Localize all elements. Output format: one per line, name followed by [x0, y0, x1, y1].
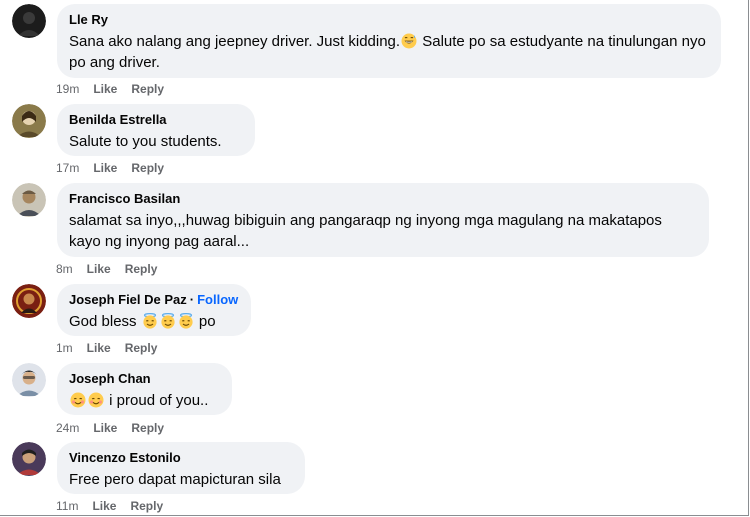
- separator-dot: ·: [189, 292, 195, 307]
- comment-bubble: Francisco Basilan salamat sa inyo,,,huwa…: [57, 183, 709, 257]
- comment-actions: 11m Like Reply: [56, 498, 177, 514]
- reply-button[interactable]: Reply: [125, 262, 158, 276]
- comment-actions: 17m Like Reply: [56, 160, 178, 176]
- comment-text: Sana ako nalang ang jeepney driver. Just…: [69, 33, 706, 71]
- reply-button[interactable]: Reply: [125, 341, 158, 355]
- avatar[interactable]: [12, 284, 46, 318]
- comment-text: i proud of you..: [69, 390, 220, 411]
- comment-timestamp[interactable]: 1m: [56, 341, 73, 355]
- avatar[interactable]: [12, 104, 46, 138]
- comment-timestamp[interactable]: 8m: [56, 262, 73, 276]
- comment-author[interactable]: Vincenzo Estonilo: [69, 450, 181, 465]
- comment-author[interactable]: Joseph Chan: [69, 371, 151, 386]
- comment-text: God bless po: [69, 313, 216, 330]
- comment-timestamp[interactable]: 24m: [56, 421, 79, 435]
- avatar[interactable]: [12, 183, 46, 217]
- reply-button[interactable]: Reply: [131, 421, 164, 435]
- comment-text: Salute to you students.: [69, 133, 222, 150]
- avatar[interactable]: [12, 363, 46, 397]
- like-button[interactable]: Like: [92, 499, 116, 513]
- comment-author[interactable]: Francisco Basilan: [69, 191, 180, 206]
- reply-button[interactable]: Reply: [131, 161, 164, 175]
- comment-timestamp[interactable]: 19m: [56, 82, 79, 96]
- avatar[interactable]: [12, 4, 46, 38]
- reply-button[interactable]: Reply: [131, 82, 164, 96]
- comment-actions: 24m Like Reply: [56, 420, 178, 436]
- avatar[interactable]: [12, 442, 46, 476]
- reply-button[interactable]: Reply: [130, 499, 163, 513]
- comment-bubble: Benilda Estrella Salute to you students.: [57, 104, 255, 156]
- smiling-halo-emoji-icon: [178, 313, 194, 329]
- grinning-sweat-emoji-icon: [401, 33, 417, 49]
- comment-author[interactable]: Benilda Estrella: [69, 112, 167, 127]
- comment-bubble: Lle Ry Sana ako nalang ang jeepney drive…: [57, 4, 721, 78]
- comment-timestamp[interactable]: 11m: [56, 499, 78, 513]
- comment-bubble: Vincenzo Estonilo Free pero dapat mapict…: [57, 442, 305, 494]
- comment-bubble: Joseph Chan i proud of you..: [57, 363, 232, 415]
- smiling-halo-emoji-icon: [142, 313, 158, 329]
- comments-panel: Lle Ry Sana ako nalang ang jeepney drive…: [0, 0, 749, 516]
- like-button[interactable]: Like: [93, 161, 117, 175]
- comment-actions: 19m Like Reply: [56, 81, 178, 97]
- follow-button[interactable]: Follow: [197, 292, 238, 307]
- comment-bubble: Joseph Fiel De Paz · Follow God bless po: [57, 284, 251, 336]
- comment-timestamp[interactable]: 17m: [56, 161, 79, 175]
- like-button[interactable]: Like: [87, 262, 111, 276]
- comment-text: salamat sa inyo,,,huwag bibiguin ang pan…: [69, 212, 662, 250]
- comment-author[interactable]: Joseph Fiel De Paz: [69, 292, 187, 307]
- comment-actions: 1m Like Reply: [56, 340, 171, 356]
- comment-actions: 8m Like Reply: [56, 261, 171, 277]
- like-button[interactable]: Like: [87, 341, 111, 355]
- comment-text: Free pero dapat mapicturan sila: [69, 471, 281, 488]
- comment-author[interactable]: Lle Ry: [69, 12, 108, 27]
- smiling-halo-emoji-icon: [160, 313, 176, 329]
- like-button[interactable]: Like: [93, 421, 117, 435]
- smiling-blush-emoji-icon: [88, 392, 104, 408]
- like-button[interactable]: Like: [93, 82, 117, 96]
- smiling-blush-emoji-icon: [70, 392, 86, 408]
